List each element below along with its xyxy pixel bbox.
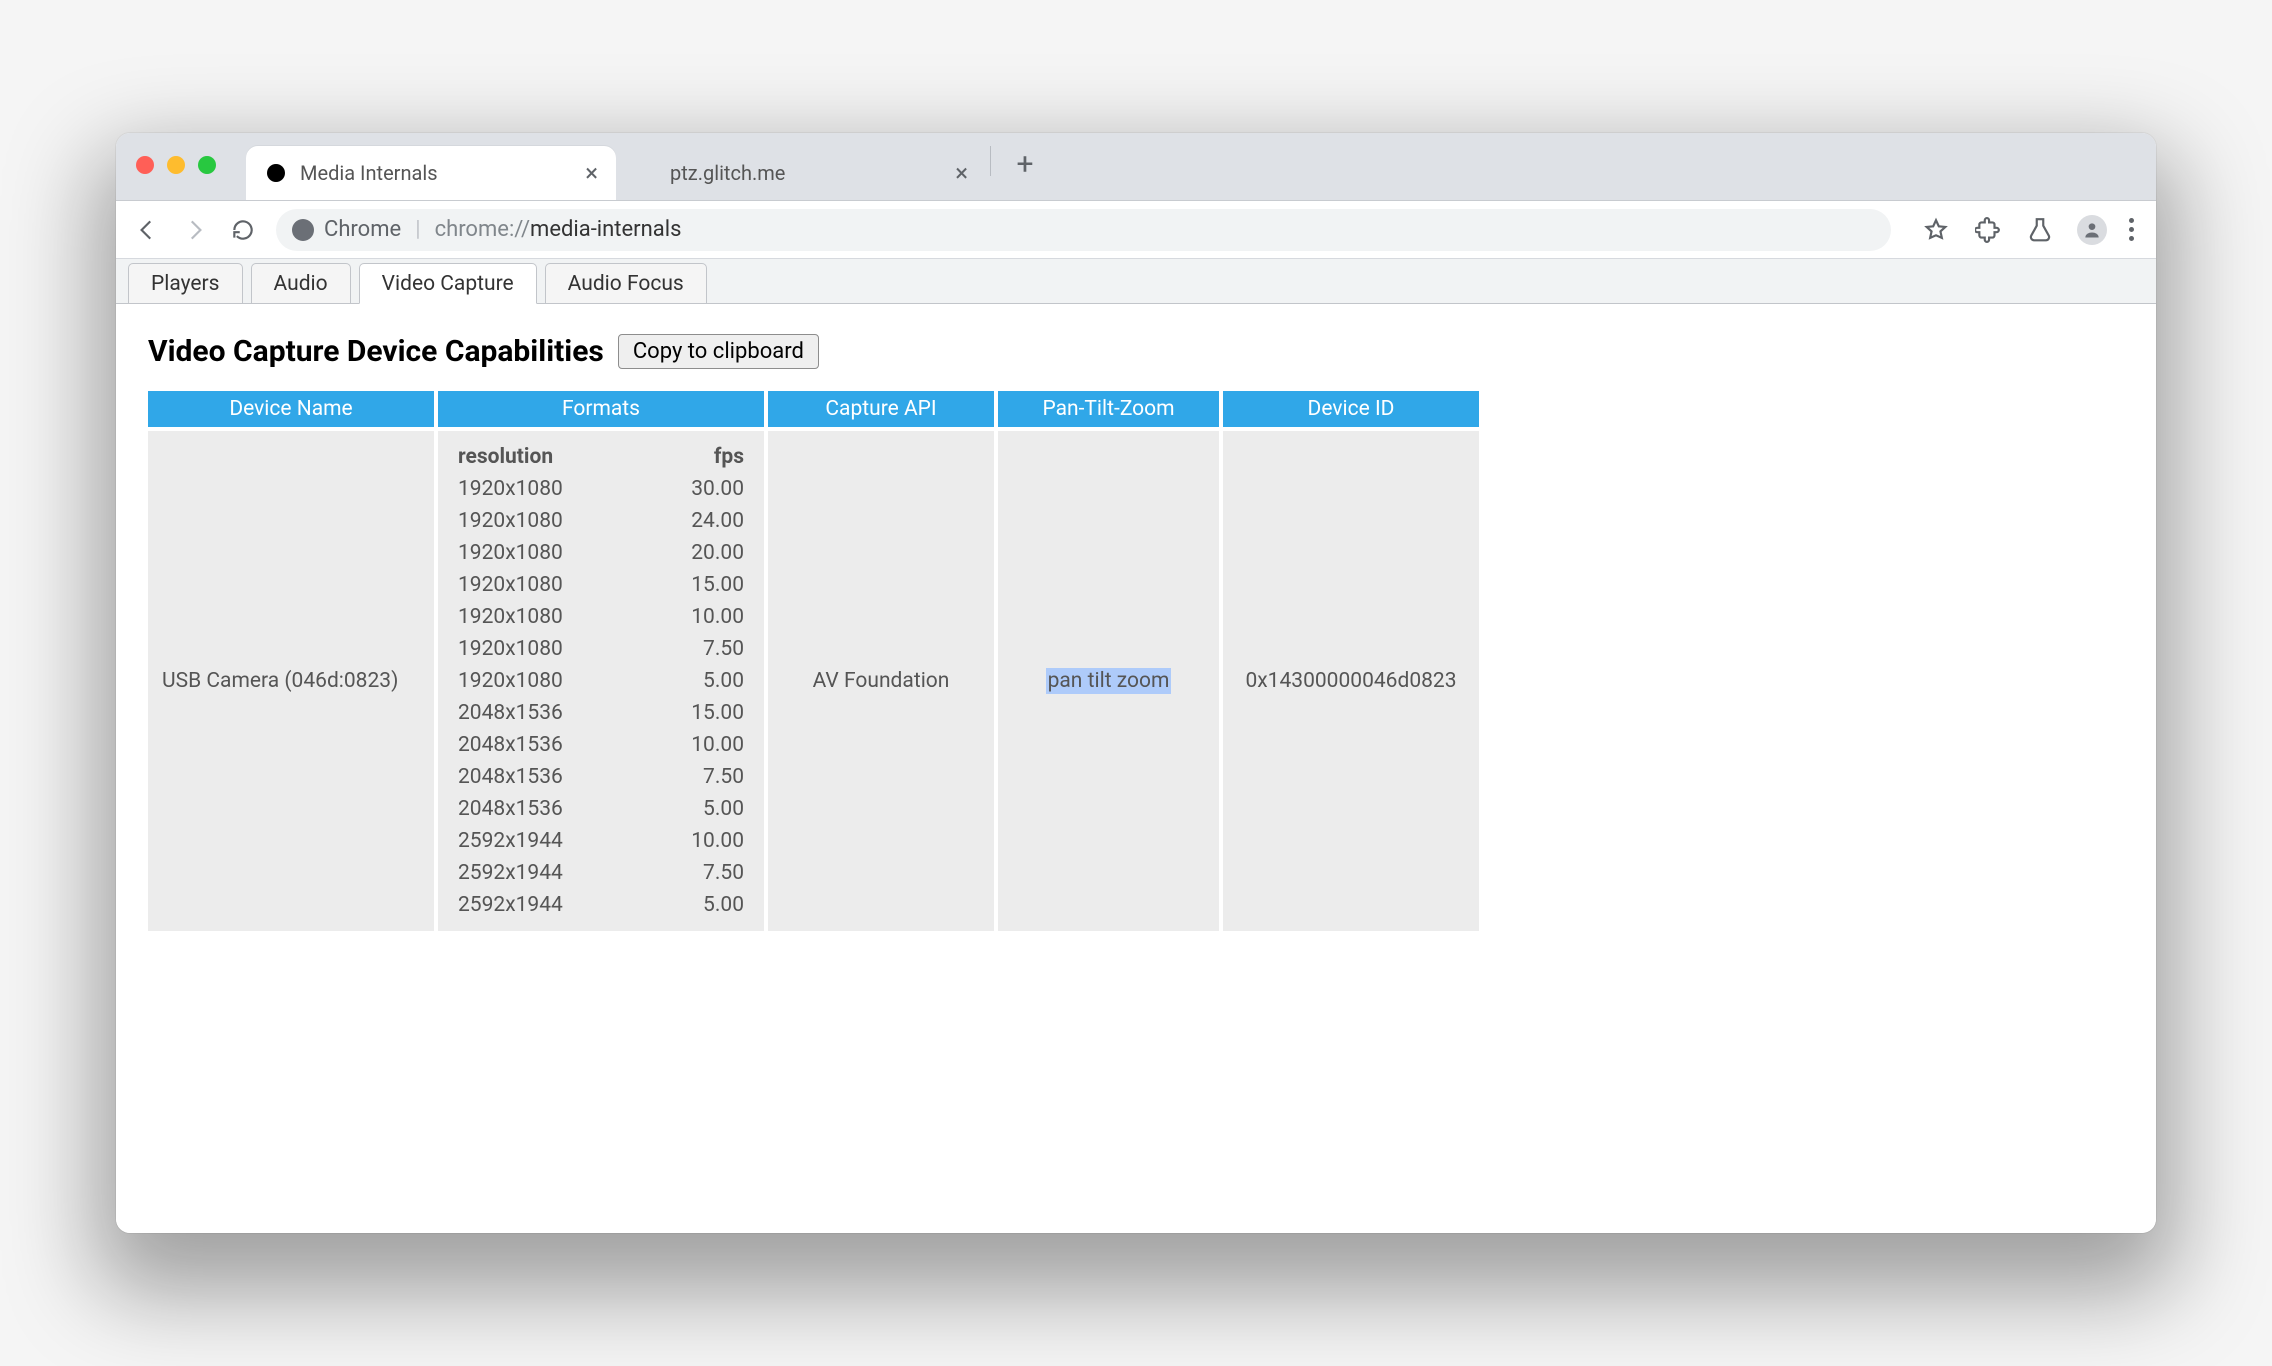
tab-strip: Media Internals × ptz.glitch.me × +: [116, 133, 2156, 201]
url-path: media-internals: [530, 217, 681, 242]
chrome-icon: [292, 219, 314, 241]
formats-row: 2048x15365.00: [448, 793, 754, 825]
col-device-id[interactable]: Device ID: [1221, 391, 1481, 429]
format-fps: 15.00: [641, 697, 754, 729]
globe-icon: [264, 161, 288, 185]
window-minimize-button[interactable]: [167, 156, 185, 174]
address-bar[interactable]: Chrome | chrome://media-internals: [276, 209, 1891, 251]
forward-button: [180, 215, 210, 245]
format-resolution: 2048x1536: [448, 761, 641, 793]
browser-window: Media Internals × ptz.glitch.me × +: [116, 133, 2156, 1233]
copy-to-clipboard-button[interactable]: Copy to clipboard: [618, 334, 819, 369]
tab-separator: [990, 146, 991, 176]
format-fps: 7.50: [641, 857, 754, 889]
formats-col-fps: fps: [641, 441, 754, 473]
address-separator: |: [415, 217, 420, 242]
format-resolution: 2048x1536: [448, 697, 641, 729]
formats-row: 1920x108024.00: [448, 505, 754, 537]
cell-capture-api: AV Foundation: [766, 429, 996, 933]
cell-ptz: pan tilt zoom: [996, 429, 1221, 933]
format-resolution: 1920x1080: [448, 505, 641, 537]
ptz-highlighted-text: pan tilt zoom: [1046, 668, 1172, 694]
format-fps: 10.00: [641, 729, 754, 761]
profile-avatar-button[interactable]: [2077, 215, 2107, 245]
window-zoom-button[interactable]: [198, 156, 216, 174]
tab-title: ptz.glitch.me: [670, 161, 943, 185]
format-resolution: 2048x1536: [448, 793, 641, 825]
back-button[interactable]: [132, 215, 162, 245]
bookmark-star-button[interactable]: [1921, 215, 1951, 245]
page-title: Video Capture Device Capabilities: [148, 334, 604, 369]
format-fps: 5.00: [641, 665, 754, 697]
format-fps: 5.00: [641, 889, 754, 921]
table-row: USB Camera (046d:0823) resolution fps 19…: [146, 429, 1481, 933]
new-tab-button[interactable]: +: [1003, 143, 1047, 187]
toolbar: Chrome | chrome://media-internals: [116, 201, 2156, 259]
close-icon[interactable]: ×: [955, 161, 968, 185]
formats-row: 2048x15367.50: [448, 761, 754, 793]
tab-audio[interactable]: Audio: [251, 263, 351, 304]
col-capture-api[interactable]: Capture API: [766, 391, 996, 429]
extensions-button[interactable]: [1973, 215, 2003, 245]
format-resolution: 2592x1944: [448, 889, 641, 921]
format-fps: 10.00: [641, 825, 754, 857]
format-fps: 20.00: [641, 537, 754, 569]
formats-row: 1920x108030.00: [448, 473, 754, 505]
format-fps: 5.00: [641, 793, 754, 825]
browser-tab-media-internals[interactable]: Media Internals ×: [246, 146, 616, 200]
window-controls: [136, 156, 216, 174]
formats-row: 1920x108020.00: [448, 537, 754, 569]
format-resolution: 2592x1944: [448, 857, 641, 889]
format-resolution: 1920x1080: [448, 601, 641, 633]
url-scheme: chrome://: [435, 217, 530, 242]
col-ptz[interactable]: Pan-Tilt-Zoom: [996, 391, 1221, 429]
formats-row: 1920x10807.50: [448, 633, 754, 665]
format-fps: 30.00: [641, 473, 754, 505]
tab-audio-focus[interactable]: Audio Focus: [545, 263, 707, 304]
format-fps: 15.00: [641, 569, 754, 601]
format-fps: 24.00: [641, 505, 754, 537]
kebab-menu-button[interactable]: [2129, 218, 2134, 241]
tab-video-capture[interactable]: Video Capture: [359, 263, 537, 304]
formats-row: 2048x153615.00: [448, 697, 754, 729]
move-icon: [634, 161, 658, 185]
formats-row: 1920x108010.00: [448, 601, 754, 633]
formats-row: 2592x19445.00: [448, 889, 754, 921]
tab-title: Media Internals: [300, 161, 573, 185]
tab-players[interactable]: Players: [128, 263, 243, 304]
capabilities-table: Device Name Formats Capture API Pan-Tilt…: [144, 391, 1483, 935]
internal-tabs: Players Audio Video Capture Audio Focus: [116, 259, 2156, 304]
formats-table: resolution fps 1920x108030.001920x108024…: [448, 441, 754, 921]
format-resolution: 1920x1080: [448, 569, 641, 601]
cell-device-id: 0x14300000046d0823: [1221, 429, 1481, 933]
formats-row: 2048x153610.00: [448, 729, 754, 761]
content-area: Video Capture Device Capabilities Copy t…: [116, 304, 2156, 1233]
formats-row: 1920x108015.00: [448, 569, 754, 601]
format-resolution: 1920x1080: [448, 665, 641, 697]
cell-formats: resolution fps 1920x108030.001920x108024…: [436, 429, 766, 933]
browser-tab-ptz[interactable]: ptz.glitch.me ×: [616, 146, 986, 200]
format-resolution: 1920x1080: [448, 537, 641, 569]
col-device-name[interactable]: Device Name: [146, 391, 436, 429]
formats-row: 1920x10805.00: [448, 665, 754, 697]
format-fps: 7.50: [641, 761, 754, 793]
reload-button[interactable]: [228, 215, 258, 245]
col-formats[interactable]: Formats: [436, 391, 766, 429]
format-fps: 7.50: [641, 633, 754, 665]
format-resolution: 1920x1080: [448, 473, 641, 505]
format-resolution: 1920x1080: [448, 633, 641, 665]
formats-col-resolution: resolution: [448, 441, 641, 473]
formats-row: 2592x194410.00: [448, 825, 754, 857]
formats-row: 2592x19447.50: [448, 857, 754, 889]
address-origin-chip: Chrome: [324, 217, 401, 242]
close-icon[interactable]: ×: [585, 161, 598, 185]
cell-device-name: USB Camera (046d:0823): [146, 429, 436, 933]
format-resolution: 2592x1944: [448, 825, 641, 857]
window-close-button[interactable]: [136, 156, 154, 174]
labs-button[interactable]: [2025, 215, 2055, 245]
format-fps: 10.00: [641, 601, 754, 633]
format-resolution: 2048x1536: [448, 729, 641, 761]
